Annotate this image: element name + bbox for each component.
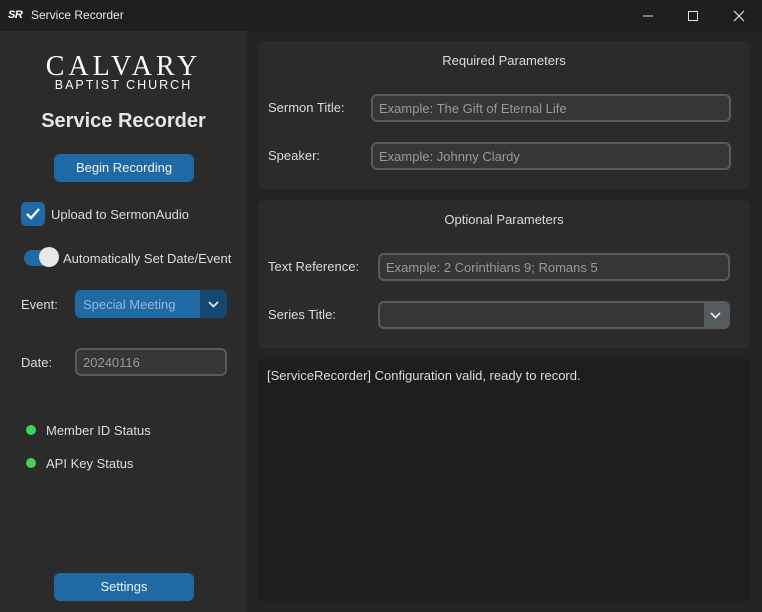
member-id-status-indicator: [26, 425, 36, 435]
auto-date-event-switch[interactable]: [24, 247, 59, 267]
api-key-status-indicator: [26, 458, 36, 468]
switch-knob: [39, 247, 59, 267]
chevron-down-icon: [208, 301, 219, 308]
sermon-title-label: Sermon Title:: [268, 100, 345, 115]
minimize-button[interactable]: [625, 0, 671, 31]
speaker-label: Speaker:: [268, 148, 321, 163]
text-reference-input[interactable]: [378, 253, 730, 281]
title-bar: SR Service Recorder: [0, 0, 762, 31]
auto-date-event-label: Automatically Set Date/Event: [63, 251, 232, 266]
event-label: Event:: [21, 297, 58, 312]
series-title-dropdown-arrow[interactable]: [704, 303, 728, 327]
close-button[interactable]: [716, 0, 762, 31]
member-id-status-label: Member ID Status: [46, 423, 151, 438]
chevron-down-icon: [710, 312, 721, 319]
optional-parameters-panel: Optional Parameters Text Reference: Seri…: [258, 200, 750, 348]
upload-checkbox-label: Upload to SermonAudio: [51, 207, 190, 222]
settings-button[interactable]: Settings: [54, 573, 194, 601]
date-input[interactable]: [75, 348, 227, 376]
optional-parameters-heading: Optional Parameters: [444, 212, 564, 227]
series-title-label: Series Title:: [268, 307, 336, 322]
event-dropdown-value: Special Meeting: [83, 297, 176, 312]
required-parameters-panel: Required Parameters Sermon Title: Speake…: [258, 41, 750, 189]
maximize-icon: [688, 11, 698, 21]
speaker-input[interactable]: [371, 142, 731, 170]
event-dropdown-arrow[interactable]: [200, 290, 227, 318]
log-output-textbox[interactable]: [ServiceRecorder] Configuration valid, r…: [258, 359, 750, 601]
church-logo-top: CALVARY: [45, 51, 202, 82]
log-line: [ServiceRecorder] Configuration valid, r…: [267, 368, 581, 383]
maximize-button[interactable]: [670, 0, 716, 31]
event-dropdown[interactable]: Special Meeting: [75, 290, 227, 318]
minimize-icon: [643, 15, 653, 17]
series-title-dropdown[interactable]: [378, 301, 730, 329]
text-reference-label: Text Reference:: [268, 259, 360, 274]
window-title: Service Recorder: [31, 8, 124, 22]
upload-checkbox[interactable]: [21, 202, 45, 226]
api-key-status-label: API Key Status: [46, 456, 134, 471]
app-heading: Service Recorder: [41, 110, 206, 132]
begin-recording-button[interactable]: Begin Recording: [54, 154, 194, 182]
checkmark-icon: [26, 208, 40, 220]
app-icon: SR: [8, 9, 23, 21]
church-logo-bottom: BAPTIST CHURCH: [54, 78, 193, 92]
date-label: Date:: [21, 355, 53, 370]
close-icon: [733, 10, 745, 22]
sermon-title-input[interactable]: [371, 94, 731, 122]
sidebar: CALVARY BAPTIST CHURCH Service Recorder …: [0, 31, 247, 612]
required-parameters-heading: Required Parameters: [442, 53, 566, 68]
